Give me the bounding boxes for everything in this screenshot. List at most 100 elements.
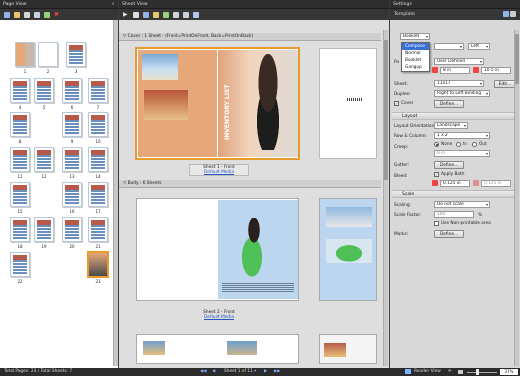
cover-media-link[interactable]: Default Media [190,170,248,175]
page-thumbnail[interactable] [10,217,30,242]
zoom-slider-handle[interactable] [476,369,479,375]
orientation-dropdown[interactable]: Landscape [434,122,468,129]
settings-scrollbar[interactable] [514,30,519,366]
edit-button[interactable]: Edit... [494,80,516,88]
page-thumbnail[interactable] [34,217,54,242]
layout-icon[interactable] [143,11,149,18]
settings-scroll-thumb[interactable] [515,34,519,84]
save-template-icon[interactable] [502,10,509,17]
sheet-view-panel: Sheet View ▶ ▽ Cover : 1 Sheet - (Front=… [119,0,389,368]
open-folder-icon[interactable] [14,11,20,18]
page-thumbnail[interactable] [62,112,82,137]
layout-mode-dropdown[interactable] [434,43,464,50]
cover-sheet[interactable]: INVENTORY LIST [136,48,299,159]
duplex-label: Duplex: [394,92,411,97]
body-media-link[interactable]: Default Media [189,315,249,320]
bleed-input-a[interactable]: 0.125 in [440,180,470,187]
last-sheet-icon[interactable]: ▶▶ [274,368,281,376]
layout-group-header[interactable]: Layout [392,112,518,120]
guide-icon[interactable] [173,11,179,18]
blank-page-icon[interactable] [24,11,30,18]
template-option[interactable]: Gangup [402,64,429,71]
page-thumbnail[interactable] [34,78,54,103]
pagination-dropdown-icon[interactable]: ▾ [254,368,256,376]
creep-none-radio[interactable] [434,142,439,147]
preview-icon[interactable] [193,11,199,18]
scaling-dropdown[interactable]: Do not scale [434,201,490,208]
delete-icon[interactable]: ✖ [54,11,60,18]
page-thumbnail[interactable] [62,78,82,103]
first-sheet-icon[interactable]: ◀◀ [200,368,207,376]
page-thumbnail[interactable] [88,217,108,242]
page-thumbnail[interactable] [34,147,54,172]
page-icon[interactable] [133,11,139,18]
template-dropdown[interactable]: Booklet [400,33,430,40]
insert-icon[interactable] [44,11,50,18]
sheet-scroll-thumb[interactable] [384,40,388,180]
marks-icon[interactable] [153,11,159,18]
delete-template-icon[interactable] [510,10,516,17]
page-thumbnail[interactable] [10,182,30,207]
page-thumbnail[interactable] [10,112,30,137]
page-thumbnail[interactable] [62,217,82,242]
binding-dropdown[interactable]: Left [468,43,490,50]
page-thumbnail[interactable] [62,182,82,207]
zoom-slider[interactable] [467,371,497,373]
body-section-header[interactable]: ▽ Body : 6 Sheets [119,180,381,188]
fit-page-icon[interactable] [458,370,463,374]
page-thumbnail[interactable] [88,182,108,207]
page-thumbnail[interactable] [15,42,35,67]
cover-back-sheet[interactable] [319,48,377,159]
non-printable-checkbox[interactable] [434,221,439,226]
body-sheet-3-back[interactable] [319,334,377,364]
close-icon[interactable]: × [111,0,115,9]
creep-in-radio[interactable] [456,142,461,147]
zoom-level[interactable]: 37% [500,369,518,375]
page-thumbnail[interactable] [88,112,108,137]
body-sheet-3[interactable] [136,334,299,364]
move-icon[interactable]: ✣ [448,368,452,376]
cover-section-header[interactable]: ▽ Cover : 1 Sheet - (Front=PrintOnFront,… [119,33,381,41]
cover-define-button[interactable]: Define... [434,100,464,108]
scale-group-header[interactable]: Scale [392,190,518,198]
page-thumbnail[interactable] [88,147,108,172]
page-thumbnail[interactable] [10,147,30,172]
duplex-dropdown[interactable]: Right to Left Binding [434,90,490,97]
body-sheet-2[interactable] [136,198,299,301]
page-thumbnail[interactable] [88,252,108,277]
height-input[interactable]: 10.5 in [481,67,511,74]
apply-both-checkbox[interactable]: ✓ [434,172,439,177]
marks-define-button[interactable]: Define... [434,230,464,238]
sheet-view-scrollbar[interactable] [383,30,388,366]
paper-size-dropdown[interactable]: User Defined [434,58,484,65]
rowcol-dropdown[interactable]: 1 x 2 [434,132,490,139]
template-option[interactable]: Booklet [402,57,429,64]
scale-factor-input[interactable]: 100 [434,211,474,218]
reader-view-icon[interactable] [405,369,411,374]
bleed-input-b[interactable]: 0.125 in [481,180,511,187]
next-sheet-icon[interactable]: ▶ [264,368,267,376]
page-thumbnail[interactable] [66,42,86,67]
creep-out-radio[interactable] [472,142,477,147]
page-thumbnail[interactable] [62,147,82,172]
fit-icon[interactable] [183,11,189,18]
reader-view-label[interactable]: Reader View [414,368,441,376]
prev-sheet-icon[interactable]: ◀ [212,368,215,376]
creep-value-field[interactable]: 0 in [434,150,490,157]
body-sheet-2-back[interactable] [319,198,377,301]
new-page-icon[interactable] [4,11,10,18]
page-thumbnail[interactable] [88,78,108,103]
gutter-define-button[interactable]: Define... [434,161,464,169]
sheet-size-dropdown[interactable]: 11x17 [434,80,484,87]
color-icon[interactable] [163,11,169,18]
template-option[interactable]: Normal [402,50,429,57]
page-view-scrollbar[interactable] [113,20,118,366]
duplicate-icon[interactable] [34,11,40,18]
cover-checkbox[interactable]: ✓ [394,101,399,106]
page-thumbnail[interactable] [10,252,30,277]
page-thumbnail[interactable] [10,78,30,103]
play-icon[interactable]: ▶ [123,11,129,18]
template-option[interactable]: Compose [402,43,429,50]
width-input[interactable]: 8 in [440,67,470,74]
page-thumbnail[interactable] [38,42,58,67]
